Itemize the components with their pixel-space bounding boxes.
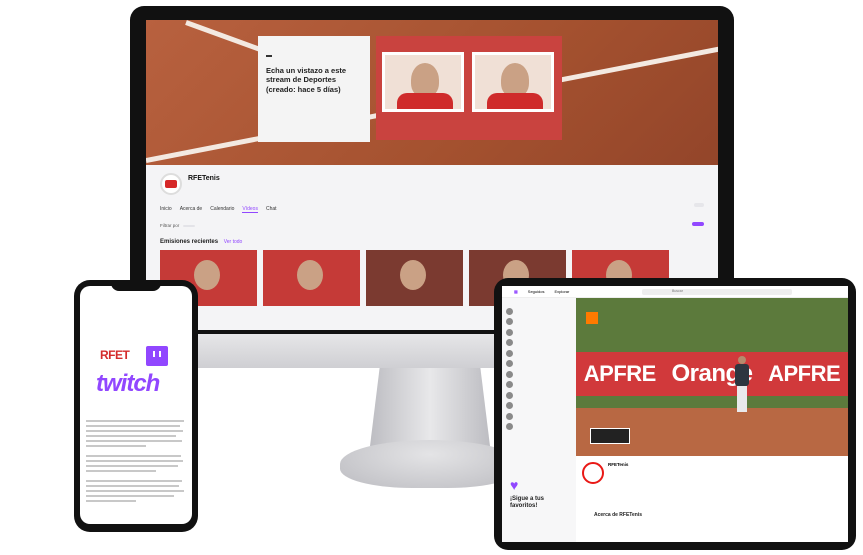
avatar [506, 307, 513, 315]
channel-name[interactable]: RFETenis [188, 175, 220, 182]
sidebar-channel[interactable] [502, 348, 576, 359]
sidebar-channel[interactable] [502, 359, 576, 370]
avatar [506, 391, 513, 399]
section-see-all-link[interactable]: Ver todo [224, 239, 243, 245]
rfet-logo: RFET [100, 348, 130, 362]
tab-inicio[interactable]: Inicio [160, 206, 172, 213]
avatar [506, 349, 513, 357]
scoreboard-overlay [590, 428, 630, 444]
primary-action-button[interactable] [692, 222, 704, 226]
section-title: Emisiones recientes Ver todo [160, 239, 242, 245]
tab-calendario[interactable]: Calendario [210, 206, 234, 213]
filter-label: Filtrar por [160, 223, 180, 228]
banner-headline: Echa un vistazo a este stream de Deporte… [266, 66, 347, 94]
phone-notch [111, 282, 161, 291]
sidebar-channel[interactable] [502, 411, 576, 422]
follow-favorites-title: ¡Sigue a tus favoritos! [510, 496, 545, 510]
tablet-screen: ▩ Seguidos Explorar Buscar ♥ ¡Sigue a tu… [502, 286, 848, 542]
webcam-right [472, 52, 554, 112]
monitor-stand-neck [370, 368, 490, 446]
avatar [506, 370, 513, 378]
sidebar-channel[interactable] [502, 380, 576, 391]
tab-videos[interactable]: Vídeos [242, 206, 258, 213]
broadcaster-logo [586, 312, 598, 324]
filter-dropdown[interactable] [183, 224, 196, 227]
webcam-left [382, 52, 464, 112]
nav-browse[interactable]: Explorar [554, 289, 569, 294]
tab-chat[interactable]: Chat [266, 206, 277, 213]
follow-button[interactable] [694, 203, 704, 207]
banner-tag [266, 55, 272, 57]
avatar [506, 412, 513, 420]
video-thumbnail[interactable] [263, 250, 360, 306]
filter-row: Filtrar por [160, 223, 196, 228]
tab-acerca-de[interactable]: Acerca de [180, 206, 203, 213]
sidebar-channel[interactable] [502, 422, 576, 433]
twitch-logo-icon[interactable]: ▩ [514, 289, 518, 294]
sidebar-channel[interactable] [502, 369, 576, 380]
avatar [506, 328, 513, 336]
sidebar-channel[interactable] [502, 306, 576, 317]
search-input[interactable]: Buscar [642, 289, 792, 295]
section-title-text: Emisiones recientes [160, 239, 219, 245]
phone-article-body [86, 420, 186, 505]
avatar [506, 339, 513, 347]
stream-info-panel: RFETenis Acerca de RFETenis [576, 456, 848, 542]
about-title: Acerca de RFETenis [594, 512, 642, 518]
sidebar-channel[interactable] [502, 338, 576, 349]
banner-promo-card[interactable]: Echa un vistazo a este stream de Deporte… [258, 36, 370, 142]
channel-name[interactable]: RFETenis [608, 462, 628, 467]
avatar [506, 318, 513, 326]
avatar [506, 360, 513, 368]
sidebar-channel[interactable] [502, 401, 576, 412]
court-advertising-board: APFRE Orange APFRE [576, 352, 848, 396]
banner-stream-preview[interactable] [376, 36, 562, 140]
channel-avatar[interactable] [582, 462, 604, 484]
ad-text: APFRE [768, 361, 841, 386]
sidebar-channel[interactable] [502, 317, 576, 328]
followed-channels-sidebar: ♥ ¡Sigue a tus favoritos! [502, 298, 576, 542]
phone-screen: RFET twitch [80, 286, 192, 524]
channel-banner: Echa un vistazo a este stream de Deporte… [146, 20, 718, 165]
ad-text: APFRE [583, 361, 657, 386]
avatar [506, 402, 513, 410]
video-thumbnail[interactable] [366, 250, 463, 306]
avatar [506, 381, 513, 389]
sidebar-channel[interactable] [502, 390, 576, 401]
channel-nav: Inicio Acerca de Calendario Vídeos Chat [160, 206, 277, 213]
sidebar-channel[interactable] [502, 327, 576, 338]
tennis-player [734, 356, 750, 416]
twitch-logo-icon [146, 346, 168, 366]
channel-avatar[interactable] [160, 173, 182, 195]
video-player[interactable]: APFRE Orange APFRE [576, 298, 848, 456]
twitch-wordmark: twitch [96, 370, 160, 397]
nav-following[interactable]: Seguidos [528, 289, 545, 294]
twitch-topbar: ▩ Seguidos Explorar Buscar [502, 286, 848, 298]
avatar [506, 423, 513, 431]
heart-icon: ♥ [510, 477, 519, 493]
monitor-stand-base [340, 440, 520, 488]
